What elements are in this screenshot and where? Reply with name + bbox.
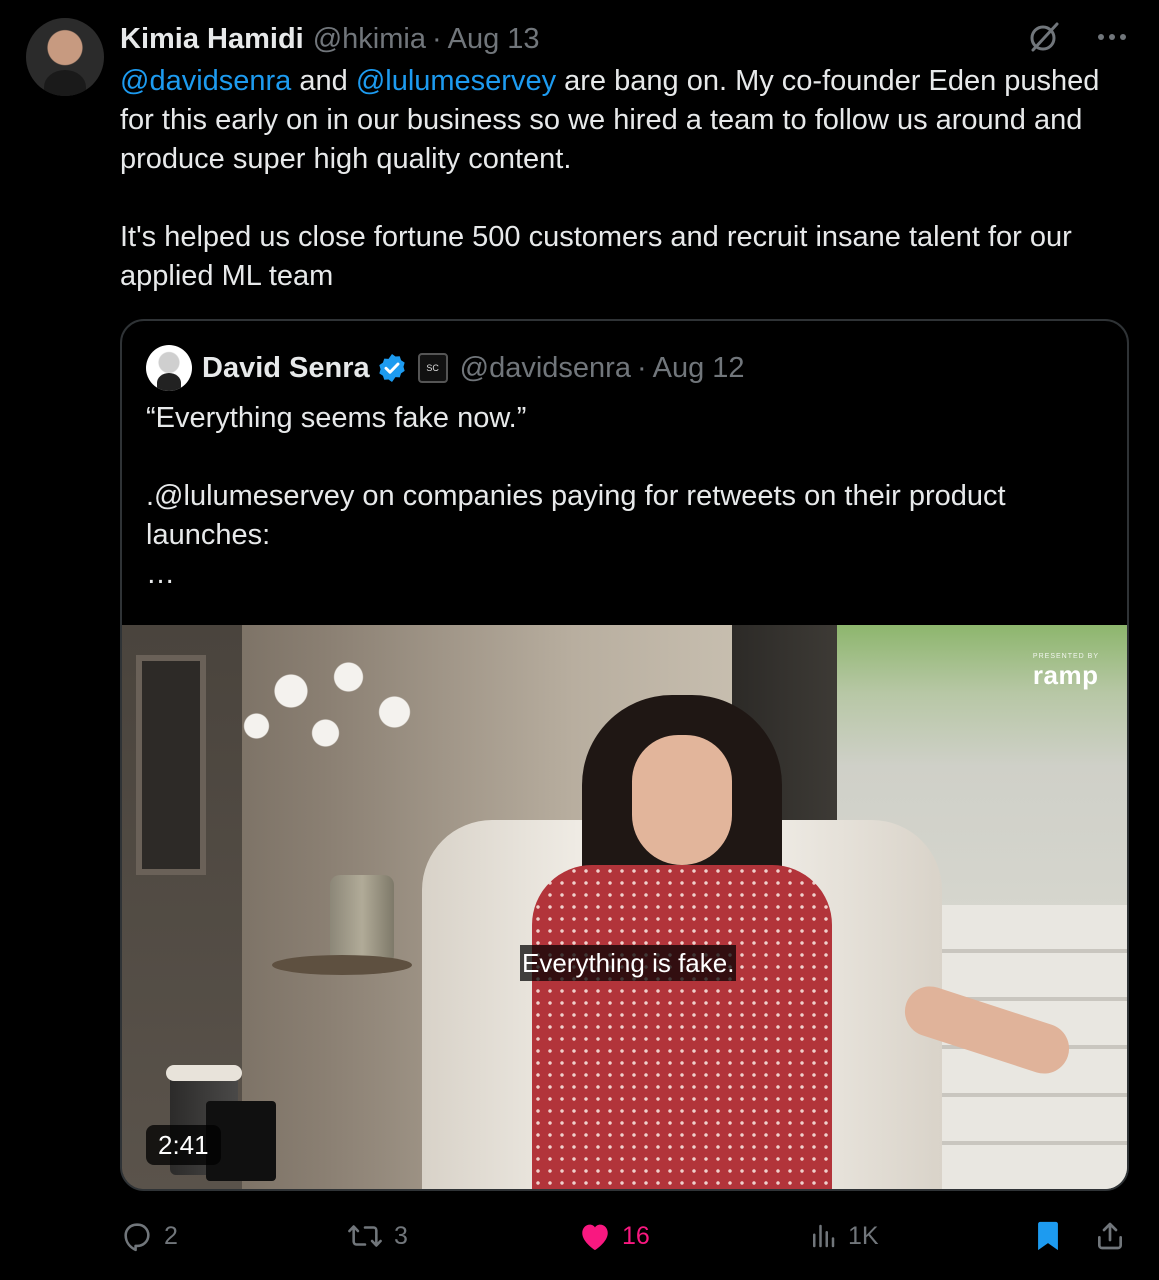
sponsor-presented-label: PRESENTED BY xyxy=(1032,653,1099,660)
action-bar: 2 3 16 1K xyxy=(0,1212,1159,1260)
mention-link[interactable]: @lulumeservey xyxy=(356,65,556,97)
tweet-text: @davidsenra and @lulumeservey are bang o… xyxy=(120,62,1130,296)
tweet[interactable]: Kimia Hamidi @hkimia · Aug 13 @davidsenr… xyxy=(0,0,1159,1280)
video-scene-table xyxy=(272,955,412,975)
like-icon xyxy=(578,1220,612,1252)
video-scene-flowers xyxy=(222,635,452,775)
tweet-date[interactable]: Aug 13 xyxy=(448,23,540,56)
video-scene-person-face xyxy=(632,735,732,865)
views-count: 1K xyxy=(848,1221,879,1250)
sponsor-watermark: PRESENTED BY ramp xyxy=(1033,653,1099,691)
video-scene-vase xyxy=(330,875,394,965)
quote-author-handle[interactable]: @davidsenra xyxy=(460,352,631,385)
affiliation-badge[interactable]: SC xyxy=(417,353,448,383)
tweet-text-part: and xyxy=(291,65,356,97)
views-icon xyxy=(808,1221,838,1251)
grok-icon[interactable] xyxy=(1027,20,1061,54)
more-icon[interactable] xyxy=(1097,32,1127,42)
repost-count: 3 xyxy=(394,1221,408,1250)
reply-count: 2 xyxy=(164,1221,178,1250)
repost-button[interactable]: 3 xyxy=(346,1212,408,1260)
author-name[interactable]: Kimia Hamidi xyxy=(120,23,304,56)
share-icon xyxy=(1094,1220,1126,1252)
quote-separator: · xyxy=(636,351,647,384)
video-caption: Everything is fake. xyxy=(520,945,737,981)
tweet-top-icons xyxy=(1027,20,1127,54)
repost-icon xyxy=(346,1219,384,1253)
author-handle[interactable]: @hkimia xyxy=(313,23,426,56)
sponsor-name: ramp xyxy=(1032,660,1099,690)
tweet-header: Kimia Hamidi @hkimia · Aug 13 xyxy=(120,20,540,58)
author-avatar[interactable] xyxy=(26,18,104,96)
like-count: 16 xyxy=(622,1221,650,1250)
quote-author-name[interactable]: David Senra xyxy=(202,352,370,385)
quote-date[interactable]: Aug 12 xyxy=(653,352,745,385)
share-button[interactable] xyxy=(1094,1212,1126,1260)
like-button[interactable]: 16 xyxy=(578,1212,650,1260)
header-separator: · xyxy=(431,22,442,55)
video-scene-window xyxy=(136,655,206,875)
video-scene-person-dress xyxy=(532,865,832,1189)
verified-icon xyxy=(370,352,408,384)
quote-text: “Everything seems fake now.” .@lulumeser… xyxy=(146,402,1006,590)
bookmark-icon xyxy=(1033,1219,1063,1253)
video-duration: 2:41 xyxy=(146,1125,221,1165)
quote-author-avatar[interactable] xyxy=(146,345,192,391)
video-player[interactable]: PRESENTED BY ramp Everything is fake. 2:… xyxy=(122,625,1127,1189)
quoted-tweet[interactable]: David Senra SC @davidsenra · Aug 12 “Eve… xyxy=(120,319,1129,1191)
quote-header: David Senra SC @davidsenra · Aug 12 xyxy=(146,345,745,391)
reply-icon xyxy=(120,1219,154,1253)
bookmark-button[interactable] xyxy=(1033,1212,1063,1260)
views-button[interactable]: 1K xyxy=(808,1212,879,1260)
reply-button[interactable]: 2 xyxy=(120,1212,178,1260)
tweet-text-part: are bang on. My co-founder Eden pushed f… xyxy=(120,65,1100,292)
mention-link[interactable]: @davidsenra xyxy=(120,65,291,97)
